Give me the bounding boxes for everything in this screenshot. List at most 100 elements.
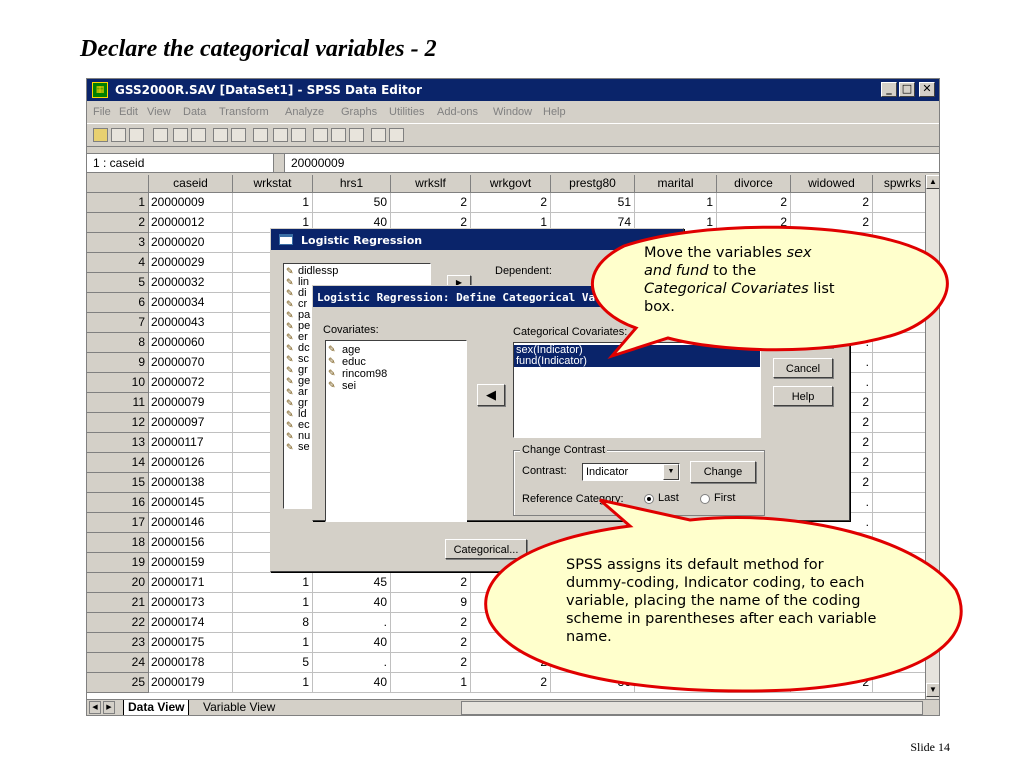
table-cell[interactable]: 9: [391, 593, 471, 613]
table-cell[interactable]: [873, 433, 925, 453]
categorical-covariate-item[interactable]: fund(Indicator): [514, 356, 760, 367]
table-cell[interactable]: 1: [233, 633, 313, 653]
table-cell[interactable]: [635, 653, 717, 673]
window-title-bar[interactable]: ▦ GSS2000R.SAV [DataSet1] - SPSS Data Ed…: [87, 79, 939, 101]
table-cell[interactable]: 8: [233, 613, 313, 633]
table-cell[interactable]: [873, 313, 925, 333]
undo-icon[interactable]: [173, 128, 188, 142]
vertical-scrollbar[interactable]: ▲ ▼: [925, 175, 939, 699]
table-cell[interactable]: [873, 473, 925, 493]
menu-data[interactable]: Data: [183, 106, 206, 118]
row-number[interactable]: 3: [87, 233, 149, 253]
table-cell[interactable]: 20000146: [149, 513, 233, 533]
help-button[interactable]: Help: [773, 386, 833, 406]
menu-analyze[interactable]: Analyze: [285, 106, 324, 118]
minimize-button[interactable]: _: [881, 82, 897, 97]
table-cell[interactable]: 20000175: [149, 633, 233, 653]
use-sets-icon[interactable]: [389, 128, 404, 142]
table-cell[interactable]: 20000138: [149, 473, 233, 493]
table-cell[interactable]: .: [313, 653, 391, 673]
table-cell[interactable]: 1: [391, 673, 471, 693]
covariate-item[interactable]: ✎ sei: [326, 380, 466, 392]
horizontal-scrollbar[interactable]: [461, 701, 923, 715]
table-cell[interactable]: 2: [471, 673, 551, 693]
table-cell[interactable]: [471, 593, 551, 613]
table-cell[interactable]: 1: [635, 193, 717, 213]
first-radio[interactable]: [700, 494, 710, 504]
row-number[interactable]: 9: [87, 353, 149, 373]
table-cell[interactable]: 2: [391, 633, 471, 653]
table-cell[interactable]: 20000097: [149, 413, 233, 433]
column-header[interactable]: divorce: [717, 175, 791, 193]
tab-next-icon[interactable]: ▶: [103, 701, 115, 714]
column-header[interactable]: widowed: [791, 175, 873, 193]
row-number[interactable]: 10: [87, 373, 149, 393]
table-cell[interactable]: [873, 653, 925, 673]
covariates-list[interactable]: ✎ age ✎ educ ✎ rincom98 ✎ sei: [325, 340, 467, 522]
table-cell[interactable]: [873, 213, 925, 233]
row-number[interactable]: 7: [87, 313, 149, 333]
table-cell[interactable]: 5: [233, 653, 313, 673]
table-cell[interactable]: 20000029: [149, 253, 233, 273]
close-button[interactable]: ✕: [919, 82, 935, 97]
table-cell[interactable]: [873, 513, 925, 533]
table-cell[interactable]: [873, 673, 925, 693]
table-cell[interactable]: 20000043: [149, 313, 233, 333]
column-header[interactable]: wrkslf: [391, 175, 471, 193]
value-labels-icon[interactable]: [371, 128, 386, 142]
table-cell[interactable]: .: [313, 613, 391, 633]
table-cell[interactable]: 20000173: [149, 593, 233, 613]
table-cell[interactable]: 40: [313, 673, 391, 693]
row-number[interactable]: 18: [87, 533, 149, 553]
column-header[interactable]: caseid: [149, 175, 233, 193]
find-icon[interactable]: [253, 128, 268, 142]
table-cell[interactable]: 1: [233, 673, 313, 693]
row-number[interactable]: 21: [87, 593, 149, 613]
table-cell[interactable]: 2: [791, 213, 873, 233]
logistic-regression-title-bar[interactable]: Logistic Regression: [271, 229, 683, 250]
table-cell[interactable]: 20000178: [149, 653, 233, 673]
scroll-down-icon[interactable]: ▼: [926, 683, 939, 697]
column-header[interactable]: prestg80: [551, 175, 635, 193]
menu-edit[interactable]: Edit: [119, 106, 138, 118]
redo-icon[interactable]: [191, 128, 206, 142]
maximize-button[interactable]: □: [899, 82, 915, 97]
table-cell[interactable]: 2: [791, 673, 873, 693]
row-number[interactable]: 12: [87, 413, 149, 433]
continue-button[interactable]: Continue: [773, 328, 833, 348]
table-cell[interactable]: [873, 193, 925, 213]
table-cell[interactable]: 2: [791, 193, 873, 213]
variable-list-item[interactable]: ✎ didlessp: [284, 266, 430, 277]
table-cell[interactable]: 20000117: [149, 433, 233, 453]
menu-window[interactable]: Window: [493, 106, 532, 118]
dialog-recall-icon[interactable]: [153, 128, 168, 142]
menu-add-ons[interactable]: Add-ons: [437, 106, 478, 118]
chevron-down-icon[interactable]: ▼: [663, 464, 679, 480]
menu-utilities[interactable]: Utilities: [389, 106, 424, 118]
categorical-button[interactable]: Categorical...: [445, 539, 527, 559]
table-cell[interactable]: 45: [313, 573, 391, 593]
table-cell[interactable]: [791, 653, 873, 673]
menu-graphs[interactable]: Graphs: [341, 106, 377, 118]
column-header[interactable]: wrkstat: [233, 175, 313, 193]
scroll-up-icon[interactable]: ▲: [926, 175, 939, 189]
menu-transform[interactable]: Transform: [219, 106, 269, 118]
table-cell[interactable]: [873, 393, 925, 413]
table-cell[interactable]: 1: [233, 593, 313, 613]
column-header[interactable]: spwrks: [873, 175, 925, 193]
covariate-item[interactable]: ✎ age: [326, 344, 466, 356]
table-cell[interactable]: 2: [391, 573, 471, 593]
row-number[interactable]: 25: [87, 673, 149, 693]
table-cell[interactable]: [717, 533, 791, 553]
table-cell[interactable]: 20000179: [149, 673, 233, 693]
table-cell[interactable]: 20000126: [149, 453, 233, 473]
table-cell[interactable]: [471, 633, 551, 653]
row-number[interactable]: 1: [87, 193, 149, 213]
move-left-arrow-button[interactable]: ◀: [477, 384, 505, 406]
table-cell[interactable]: [873, 373, 925, 393]
goto-chart-icon[interactable]: [213, 128, 228, 142]
table-cell[interactable]: 1: [233, 573, 313, 593]
row-number[interactable]: 24: [87, 653, 149, 673]
row-number[interactable]: 13: [87, 433, 149, 453]
row-number[interactable]: 5: [87, 273, 149, 293]
